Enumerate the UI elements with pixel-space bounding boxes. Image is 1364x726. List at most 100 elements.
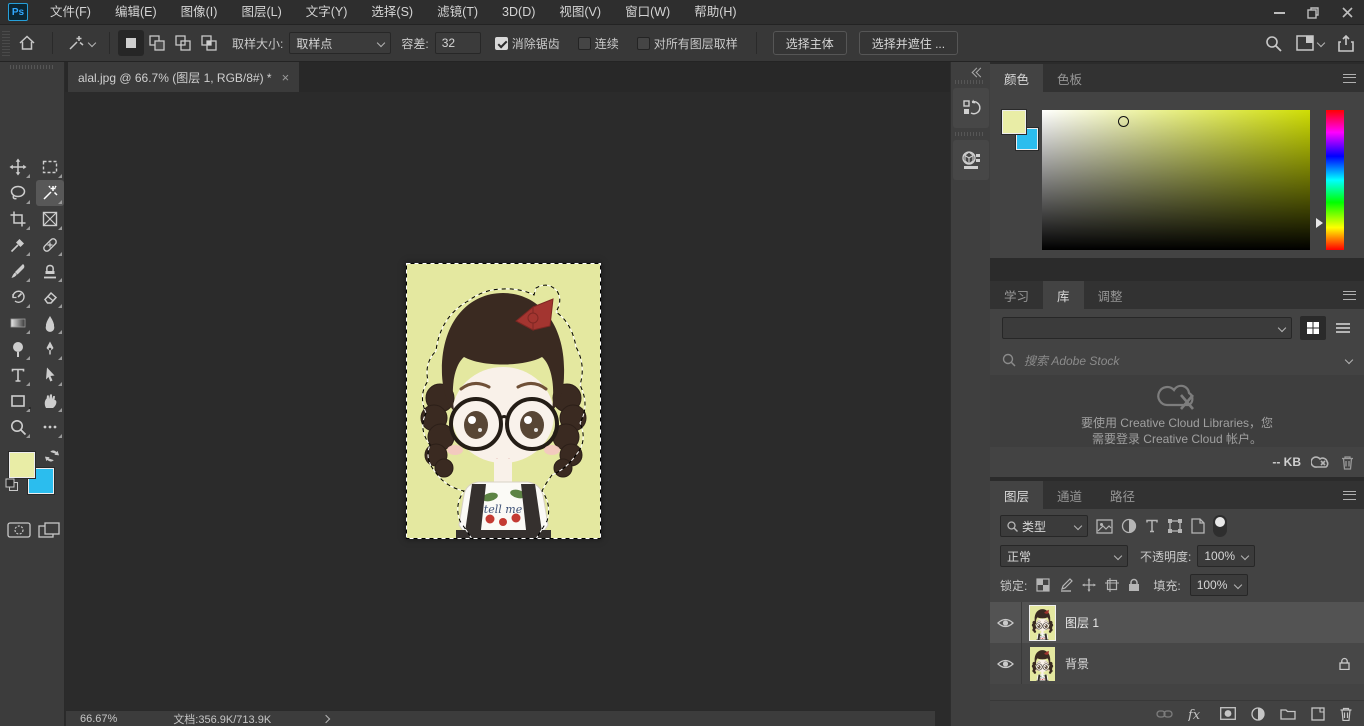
layer-style-icon[interactable]: fx [1188,707,1205,721]
zoom-level[interactable]: 66.67% [80,713,117,725]
anti-alias-checkbox[interactable] [495,37,508,50]
select-and-mask-button[interactable]: 选择并遮住 ... [859,31,958,55]
background-lock-icon[interactable] [1339,657,1350,670]
canvas-pasteboard[interactable] [66,92,935,710]
dodge-tool[interactable] [4,336,32,362]
tab-libraries[interactable]: 库 [1043,281,1084,309]
type-filter-icon[interactable] [1145,519,1159,533]
list-view-button[interactable] [1330,316,1356,340]
color-field-cursor[interactable] [1118,116,1129,127]
library-select-dropdown[interactable] [1002,317,1292,339]
gradient-tool[interactable] [4,310,32,336]
tolerance-input[interactable]: 32 [435,32,481,54]
tab-close-icon[interactable]: × [282,70,290,85]
fill-dropdown[interactable]: 100% [1190,574,1248,596]
eyedropper-tool[interactable] [4,232,32,258]
restore-button[interactable] [1296,0,1330,25]
sample-size-dropdown[interactable]: 取样点 [289,32,391,54]
sample-all-layers-checkbox[interactable] [637,37,650,50]
type-tool[interactable] [4,362,32,388]
lasso-tool[interactable] [4,180,32,206]
menu-layer[interactable]: 图层(L) [229,0,293,25]
pen-tool[interactable] [36,336,64,362]
history-brush-tool[interactable] [4,284,32,310]
quick-mask-button[interactable] [7,522,31,541]
menu-window[interactable]: 窗口(W) [613,0,682,25]
adobe-stock-search-field[interactable]: 搜索 Adobe Stock [1002,349,1352,371]
lock-transparent-icon[interactable] [1036,578,1050,592]
menu-type[interactable]: 文字(Y) [294,0,360,25]
library-panel-menu-icon[interactable] [1343,291,1356,300]
tab-channels[interactable]: 通道 [1043,481,1096,509]
hue-slider-marker[interactable] [1316,218,1323,228]
layer-name[interactable]: 图层 1 [1065,614,1099,631]
link-layers-icon[interactable] [1156,709,1173,719]
healing-brush-tool[interactable] [36,232,64,258]
eraser-tool[interactable] [36,284,64,310]
zoom-tool[interactable] [4,414,32,440]
adjustment-filter-icon[interactable] [1121,518,1137,534]
lock-artboard-icon[interactable] [1105,578,1119,592]
layer-row-background[interactable]: 背景 [990,643,1364,684]
color-panel-menu-icon[interactable] [1343,74,1356,83]
adjustment-layer-icon[interactable] [1251,707,1265,721]
minimize-button[interactable] [1262,0,1296,25]
menu-edit[interactable]: 编辑(E) [103,0,169,25]
edit-toolbar-ellipsis-icon[interactable] [36,414,64,440]
screen-mode-button[interactable] [38,522,60,541]
blend-mode-dropdown[interactable]: 正常 [1000,545,1128,567]
add-selection-mode-button[interactable] [144,30,170,56]
tab-adjustments[interactable]: 调整 [1084,281,1137,309]
tab-paths[interactable]: 路径 [1096,481,1149,509]
grid-view-button[interactable] [1300,316,1326,340]
hue-slider[interactable] [1326,110,1344,250]
history-panel-icon[interactable] [953,88,989,128]
blur-tool[interactable] [36,310,64,336]
close-button[interactable] [1330,0,1364,25]
menu-select[interactable]: 选择(S) [359,0,425,25]
smart-object-filter-icon[interactable] [1191,518,1205,534]
default-colors-icon[interactable] [5,478,19,492]
menu-view[interactable]: 视图(V) [547,0,613,25]
crop-tool[interactable] [4,206,32,232]
tab-layers[interactable]: 图层 [990,481,1043,509]
home-icon[interactable] [10,34,44,52]
clone-stamp-tool[interactable] [36,258,64,284]
foreground-color-swatch[interactable] [9,452,35,478]
magic-wand-preset-icon[interactable] [61,34,101,52]
contiguous-checkbox[interactable] [578,37,591,50]
filter-toggle-pill[interactable] [1213,515,1227,537]
layer-filter-type-dropdown[interactable]: 类型 [1000,515,1088,537]
delete-layer-icon[interactable] [1340,707,1352,721]
status-chevron-icon[interactable] [322,714,330,722]
new-selection-mode-button[interactable] [118,30,144,56]
lock-pixels-icon[interactable] [1059,578,1073,592]
group-icon[interactable] [1280,707,1296,720]
layers-panel-menu-icon[interactable] [1343,491,1356,500]
move-tool[interactable] [4,154,32,180]
toolbar-grip[interactable] [10,65,54,69]
tab-learn[interactable]: 学习 [990,281,1043,309]
marquee-tool[interactable] [36,154,64,180]
shape-filter-icon[interactable] [1167,518,1183,534]
layer-row-layer1[interactable]: 图层 1 [990,602,1364,643]
panel-foreground-swatch[interactable] [1002,110,1026,134]
menu-help[interactable]: 帮助(H) [682,0,748,25]
options-grip[interactable] [2,30,10,56]
document-tab[interactable]: alal.jpg @ 66.7% (图层 1, RGB/8#) * × [68,62,299,92]
visibility-eye-icon[interactable] [990,602,1022,643]
rectangle-tool[interactable] [4,388,32,414]
layer-name[interactable]: 背景 [1065,655,1089,672]
menu-filter[interactable]: 滤镜(T) [425,0,490,25]
frame-tool[interactable] [36,206,64,232]
document-canvas[interactable] [406,263,601,539]
subtract-selection-mode-button[interactable] [170,30,196,56]
library-delete-icon[interactable] [1341,455,1354,470]
brush-tool[interactable] [4,258,32,284]
collapse-dock-icon[interactable] [973,69,984,76]
visibility-eye-icon[interactable] [990,643,1022,684]
lock-position-icon[interactable] [1082,578,1096,592]
layer-mask-icon[interactable] [1220,707,1236,720]
menu-image[interactable]: 图像(I) [169,0,230,25]
color-saturation-field[interactable] [1042,110,1310,250]
